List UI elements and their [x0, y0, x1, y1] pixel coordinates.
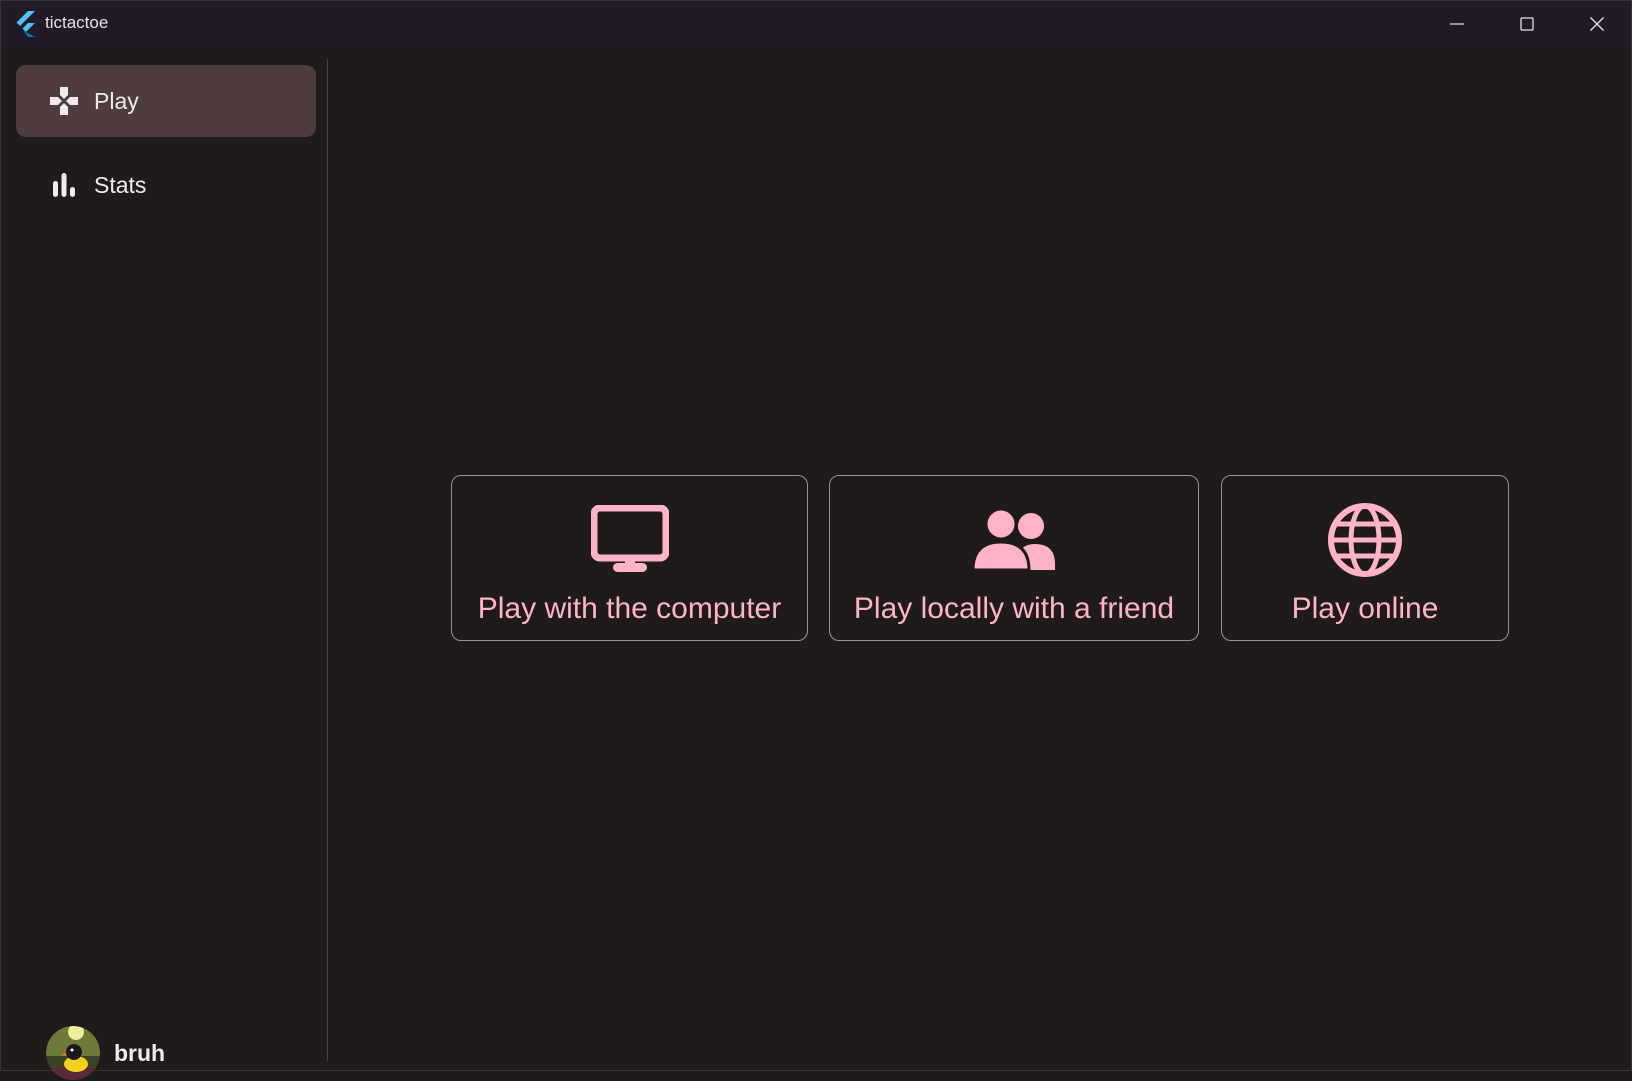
- globe-icon: [1222, 502, 1508, 578]
- sidebar-item-stats[interactable]: Stats: [16, 149, 316, 221]
- window-title: tictactoe: [45, 13, 109, 32]
- app-window: tictactoe Play Stats bruh Play with the …: [0, 0, 1632, 1080]
- duck-avatar-image: [46, 1026, 100, 1080]
- sidebar-item-play[interactable]: Play: [16, 65, 316, 137]
- flutter-logo-icon: [15, 11, 39, 37]
- close-button[interactable]: [1563, 1, 1631, 47]
- maximize-button[interactable]: [1493, 1, 1561, 47]
- title-bar: tictactoe: [1, 1, 1631, 47]
- maximize-icon: [1520, 17, 1534, 31]
- navigation-sidebar: Play Stats bruh: [2, 47, 328, 1080]
- bar-chart-icon: [48, 169, 80, 201]
- avatar: [46, 1026, 100, 1080]
- play-online-button[interactable]: Play online: [1221, 475, 1509, 641]
- card-label: Play locally with a friend: [853, 592, 1175, 625]
- sidebar-item-label: Play: [94, 87, 139, 114]
- minimize-button[interactable]: [1423, 1, 1491, 47]
- user-profile[interactable]: bruh: [46, 1025, 165, 1081]
- play-with-computer-button[interactable]: Play with the computer: [451, 475, 808, 641]
- minimize-icon: [1450, 23, 1464, 25]
- monitor-icon: [452, 502, 807, 578]
- main-content: Play with the computer Play locally with…: [329, 47, 1631, 1071]
- people-icon: [830, 502, 1198, 578]
- sidebar-item-label: Stats: [94, 171, 147, 198]
- card-label: Play online: [1291, 592, 1439, 625]
- username: bruh: [114, 1039, 166, 1066]
- card-label: Play with the computer: [477, 592, 782, 625]
- gamepad-icon: [48, 85, 80, 117]
- play-locally-button[interactable]: Play locally with a friend: [829, 475, 1199, 641]
- close-icon: [1590, 17, 1604, 31]
- sidebar-divider: [327, 59, 328, 1061]
